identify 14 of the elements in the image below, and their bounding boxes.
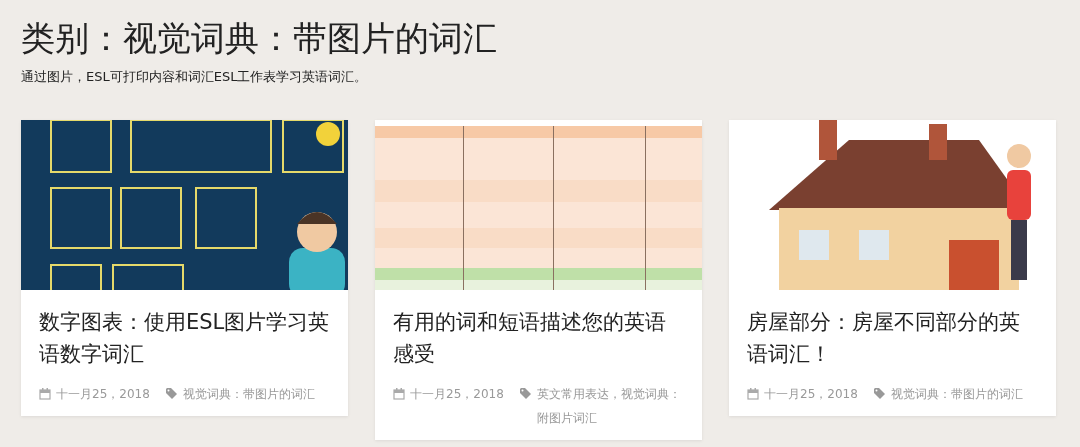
calendar-icon [747,388,759,400]
calendar-icon [39,388,51,400]
post-title[interactable]: 房屋部分：房屋不同部分的英语词汇！ [747,306,1038,370]
page-description: 通过图片，ESL可打印内容和词汇ESL工作表学习英语词汇。 [21,68,369,86]
post-date: 十一月25，2018 [56,386,150,403]
tag-icon [873,388,886,400]
tag-icon [165,388,178,400]
post-date: 十一月25，2018 [764,386,858,403]
post-date: 十一月25，2018 [410,386,504,403]
tag-icon [519,388,532,400]
post-title[interactable]: 数字图表：使用ESL图片学习英语数字词汇 [39,306,330,370]
page-title: 类别：视觉词典：带图片的词汇 [21,17,498,60]
calendar-icon [393,388,405,400]
post-title[interactable]: 有用的词和短语描述您的英语感受 [393,306,684,370]
